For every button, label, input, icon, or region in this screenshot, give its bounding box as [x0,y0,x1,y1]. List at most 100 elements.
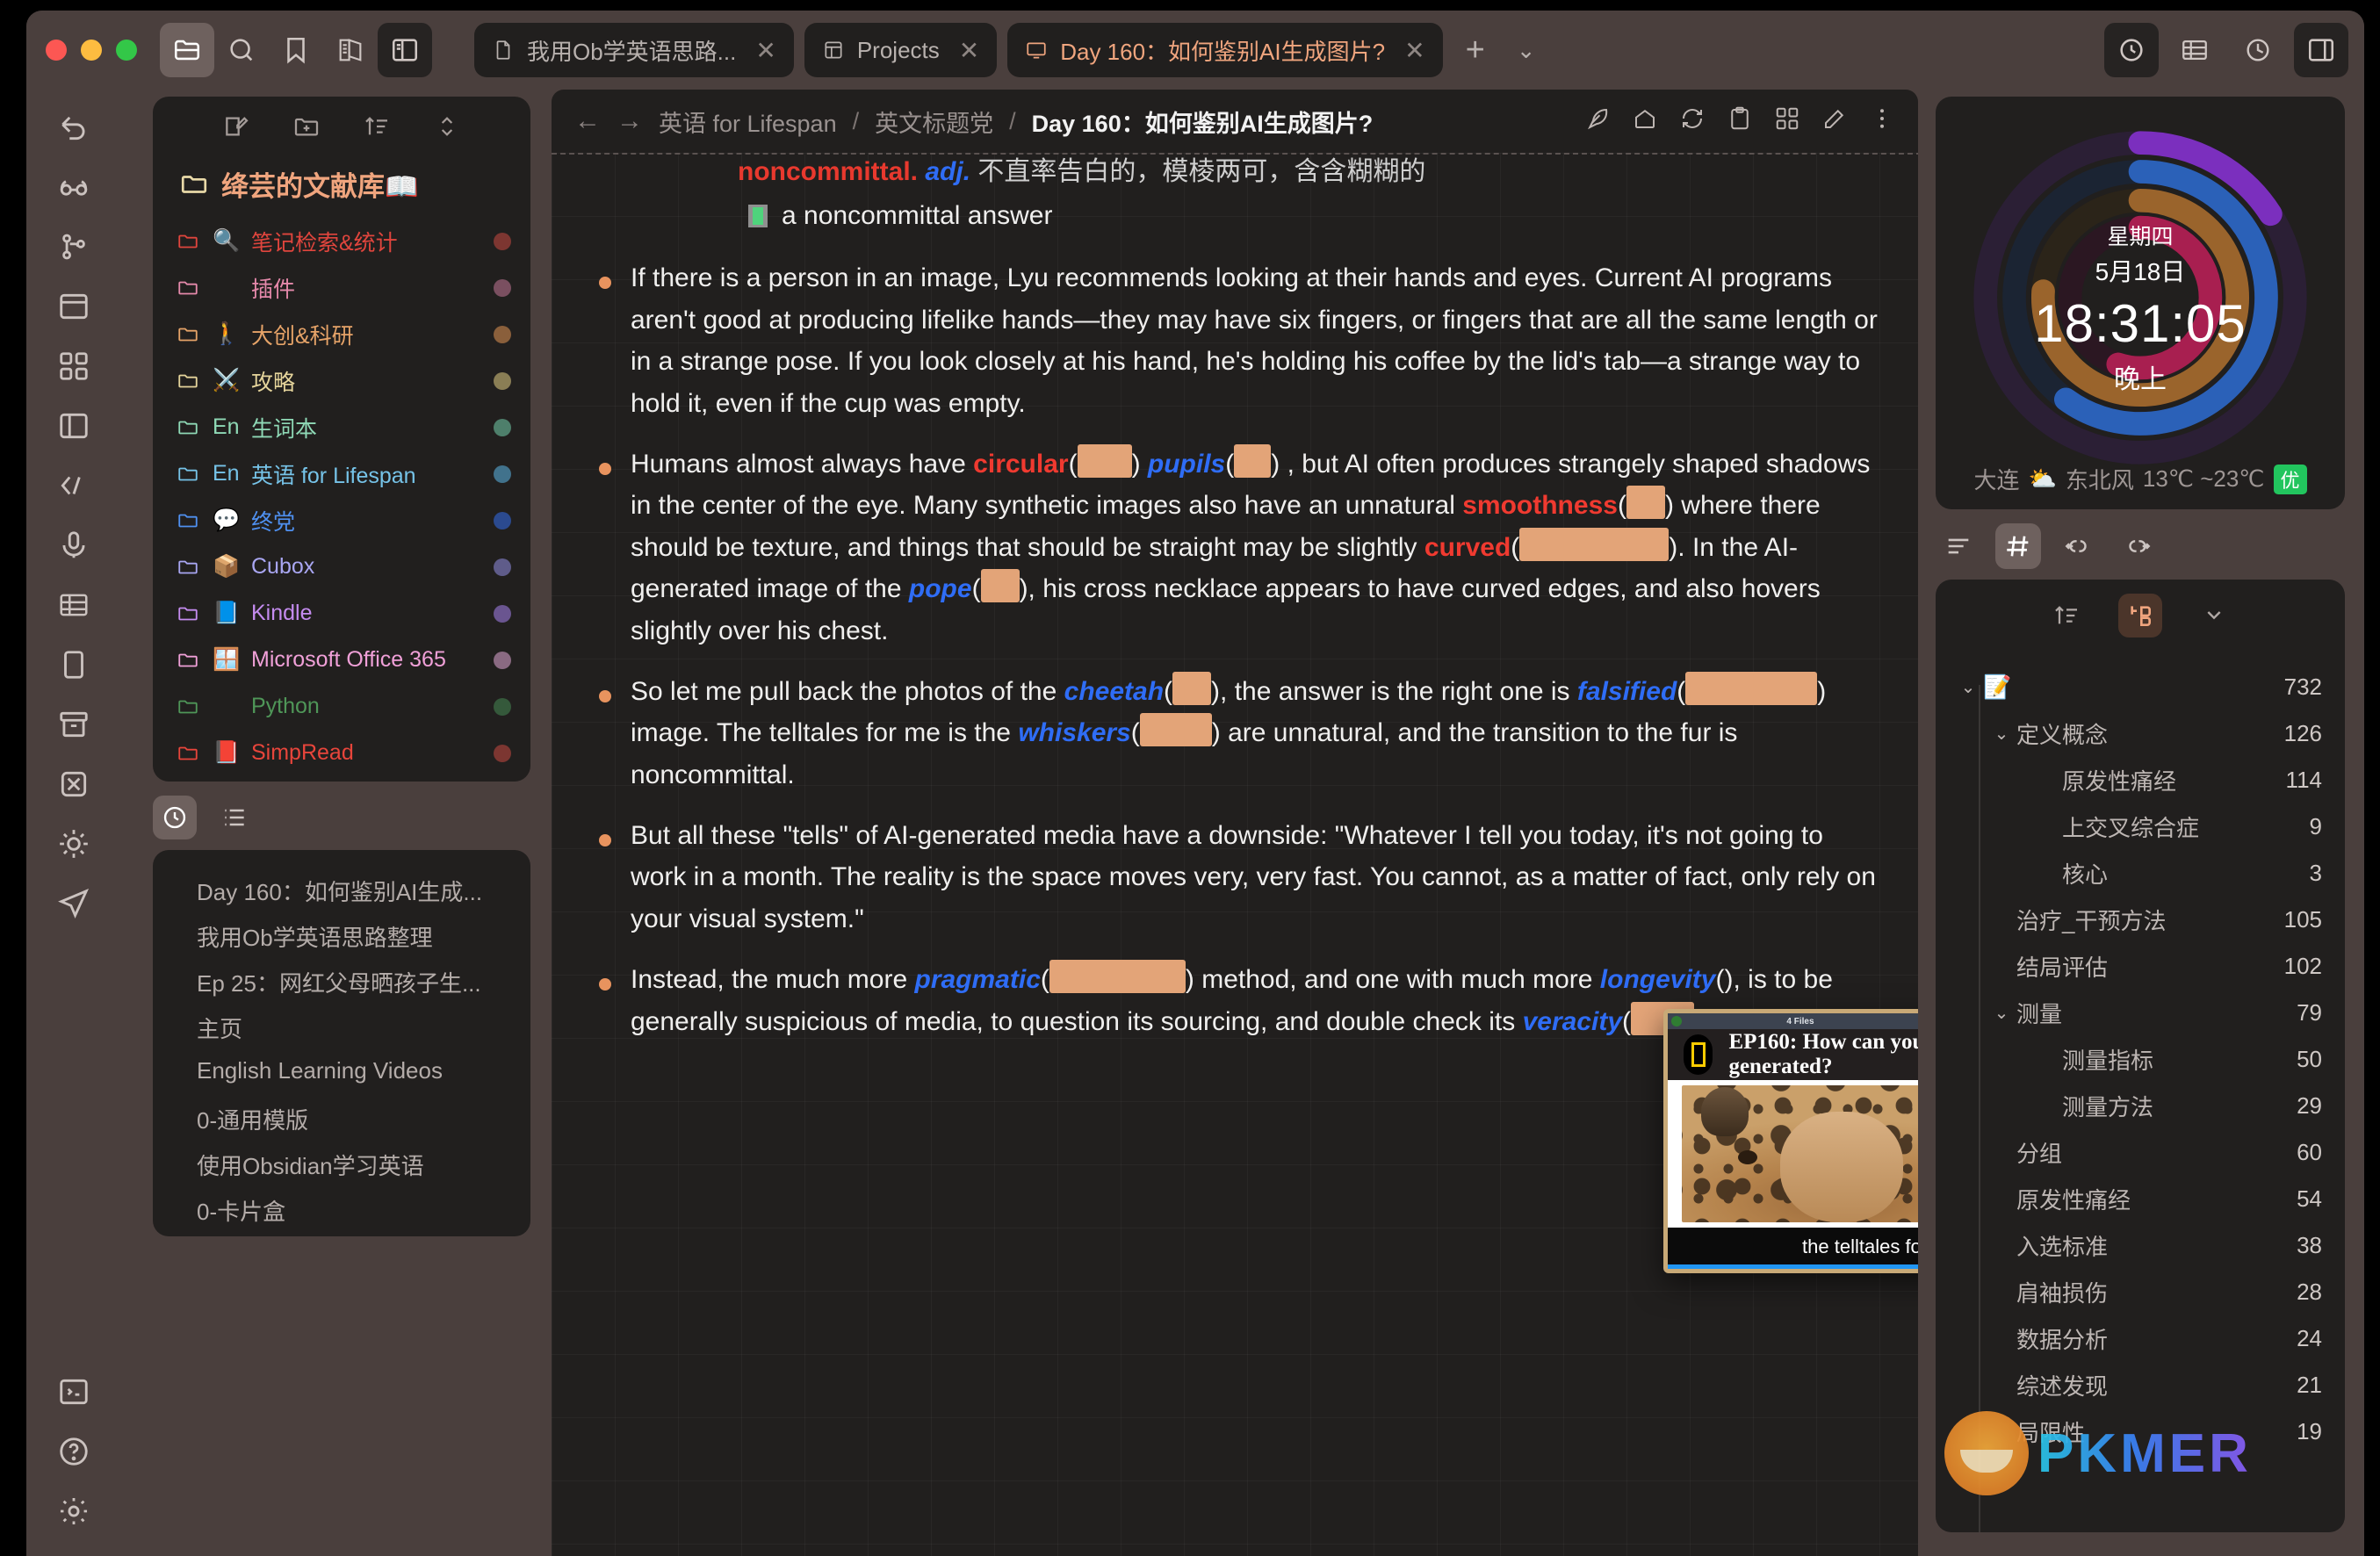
tag-row[interactable]: 上交叉综合症 9 [1936,803,2345,850]
redacted-translation-block[interactable] [1139,713,1212,747]
redacted-translation-block[interactable] [1049,960,1186,994]
tag-row[interactable]: ⌄ 📝 732 [1936,664,2345,710]
recent-file-item[interactable]: 主页 [153,1006,530,1052]
microphone-icon[interactable] [54,525,94,565]
home-icon[interactable] [1632,105,1658,138]
recent-file-item[interactable]: 使用Obsidian学习英语 [153,1143,530,1189]
vault-title[interactable]: 绛芸的文献库📖 [153,152,530,218]
table-icon[interactable] [2167,23,2222,77]
tag-row[interactable]: 数据分析 24 [1936,1315,2345,1362]
redacted-translation-block[interactable] [1172,671,1212,705]
collapse-icon[interactable] [433,112,461,145]
dice-icon[interactable] [54,764,94,804]
breadcrumb-item-0[interactable]: 英语 for Lifespan [659,104,837,139]
tag-row[interactable]: 入选标准 38 [1936,1222,2345,1269]
note-content[interactable]: noncommittal. adj. 不直率告白的，模棱两可，含含糊糊的 a n… [552,153,1918,1556]
chevron-down-icon[interactable]: ⌄ [1987,723,2016,745]
bookmark-icon[interactable] [269,23,323,77]
tab-projects[interactable]: Projects ✕ [804,23,998,77]
file-row[interactable]: 📕 SimpRead [153,730,530,776]
tab-note-1[interactable]: 我用Ob学英语思路... ✕ [474,23,794,77]
file-row[interactable]: ⚔️ 攻略 [153,357,530,404]
file-explorer-toolbar[interactable] [153,97,530,152]
tag-row[interactable]: 局限性 19 [1936,1408,2345,1455]
undo-icon[interactable] [54,107,94,148]
redacted-translation-block[interactable] [1234,443,1272,478]
tab-day160[interactable]: Day 160：如何鉴别AI生成图片? ✕ [1007,23,1443,77]
file-row[interactable]: 📘 Kindle [153,590,530,637]
recent-panel-toolbar[interactable] [153,782,530,850]
search-icon[interactable] [214,23,269,77]
sync-icon[interactable] [1679,105,1706,138]
folder-icon[interactable] [160,23,214,77]
tag-row[interactable]: ⌄ 测量 79 [1936,990,2345,1036]
file-row[interactable]: 📦 Cubox [153,544,530,590]
recent-file-item[interactable]: Day 160：如何鉴别AI生成... [153,869,530,915]
clock-ring-icon[interactable] [2104,23,2159,77]
outgoing-links-icon[interactable] [2115,523,2160,569]
grid-icon[interactable] [54,346,94,386]
file-row[interactable]: 🚶 大创&科研 [153,311,530,357]
nav-back-button[interactable]: ← [574,106,601,136]
editor-toolbar[interactable] [1584,105,1895,138]
new-folder-icon[interactable] [292,112,321,145]
recent-file-item[interactable]: English Learning Videos [153,1052,530,1098]
video-progress-bar[interactable] [1668,1264,1918,1269]
recent-file-item[interactable]: 0-通用模版 [153,1098,530,1143]
bullet-item[interactable]: Humans almost always have circular() pup… [590,443,1883,671]
breadcrumb-item-1[interactable]: 英文标题党 [875,104,993,139]
chevron-down-icon[interactable]: ⌄ [1987,1002,2016,1024]
recent-file-item[interactable]: Ep 25：网红父母晒孩子生... [153,961,530,1006]
tag-panel-toolbar[interactable] [1936,580,2345,645]
file-row[interactable]: 💬 终党 [153,497,530,544]
tab-close-icon[interactable]: ✕ [952,36,979,65]
right-sidebar-toggle-icon[interactable] [2294,23,2348,77]
bullet-item[interactable]: But all these "tells" of AI-generated me… [590,815,1883,959]
file-row[interactable]: 🔍 笔记检索&统计 [153,218,530,264]
collapse-all-icon[interactable] [2192,594,2236,638]
redacted-translation-block[interactable] [1519,527,1670,561]
file-row[interactable]: 🪟 Microsoft Office 365 [153,637,530,683]
nested-tags-icon[interactable] [2118,594,2162,638]
table-icon[interactable] [54,585,94,625]
checklist-item[interactable]: a noncommittal answer [590,186,1883,252]
nav-forward-button[interactable]: → [617,106,643,136]
tag-row[interactable]: 治疗_干预方法 105 [1936,897,2345,943]
right-panel-tabs[interactable] [1936,509,2345,580]
tag-row[interactable]: 结局评估 102 [1936,943,2345,990]
code-percent-icon[interactable] [54,465,94,506]
sidebar-toggle-icon[interactable] [378,23,432,77]
glasses-icon[interactable] [54,167,94,207]
bullet-item[interactable]: So let me pull back the photos of the ch… [590,671,1883,815]
sort-icon[interactable] [2045,594,2088,638]
columns-icon[interactable] [54,406,94,446]
recent-file-list[interactable]: Day 160：如何鉴别AI生成... 我用Ob学英语思路整理 Ep 25：网红父母… [153,850,530,1236]
recent-file-item[interactable]: 0-卡片盒 [153,1189,530,1235]
file-row[interactable]: 插件 [153,264,530,311]
grid-icon[interactable] [1774,105,1800,138]
zoom-window-button[interactable] [116,40,137,61]
note-icon[interactable] [54,645,94,685]
layout-icon[interactable] [54,286,94,327]
tab-close-icon[interactable]: ✕ [748,36,775,65]
checkbox-icon[interactable] [748,204,768,227]
tab-list-button[interactable]: ⌄ [1508,37,1545,64]
tag-row[interactable]: 原发性痛经 54 [1936,1176,2345,1222]
tab-close-icon[interactable]: ✕ [1397,36,1424,65]
close-window-button[interactable] [46,40,67,61]
redacted-translation-block[interactable] [1685,671,1818,705]
backlinks-icon[interactable] [2055,523,2101,569]
titlebar-right-icons[interactable] [2104,11,2348,90]
settings-gear-icon[interactable] [54,1491,94,1531]
outline-icon[interactable] [1936,523,1981,569]
tab-bar[interactable]: 我用Ob学英语思路... ✕ Projects ✕ Day 160：如何鉴别AI… [474,23,1545,77]
terminal-icon[interactable] [54,1372,94,1412]
file-row[interactable]: En 生词本 [153,404,530,450]
minimize-window-button[interactable] [81,40,102,61]
tag-row[interactable]: 综述发现 21 [1936,1362,2345,1408]
feather-icon[interactable] [1584,105,1611,138]
clipboard-icon[interactable] [1727,105,1753,138]
bullet-list[interactable]: If there is a person in an image, Lyu re… [590,252,1883,1062]
new-tab-button[interactable]: + [1453,32,1497,69]
tag-tree[interactable]: ⌄ 📝 732 ⌄ 定义概念 126 原发性痛经 114 上交叉综合症 9 核心 3 治疗_干预方法 10… [1936,645,2345,1455]
